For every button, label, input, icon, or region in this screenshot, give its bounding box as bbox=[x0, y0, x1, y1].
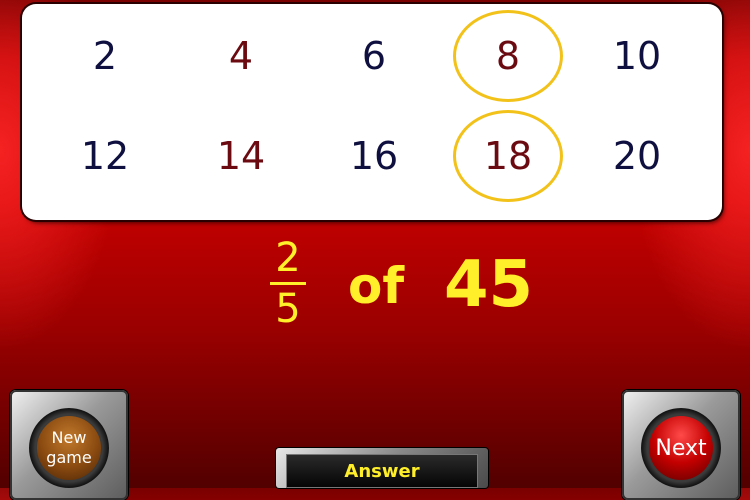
next-button[interactable]: Next bbox=[641, 408, 721, 488]
number-cell-circled[interactable]: 18 bbox=[453, 110, 563, 202]
of-word: of bbox=[348, 257, 405, 315]
new-game-button-face: New game bbox=[37, 416, 101, 480]
new-game-panel: New game bbox=[10, 390, 128, 500]
next-label: Next bbox=[649, 416, 713, 480]
number-cell[interactable]: 12 bbox=[50, 116, 160, 196]
new-game-button[interactable]: New game bbox=[29, 408, 109, 488]
fraction-denominator: 5 bbox=[275, 286, 301, 332]
number-cell[interactable]: 2 bbox=[50, 16, 160, 96]
next-panel: Next bbox=[622, 390, 740, 500]
fraction: 2 5 bbox=[258, 236, 318, 331]
number-cell[interactable]: 16 bbox=[319, 116, 429, 196]
new-game-label-line1: New bbox=[51, 428, 87, 447]
number-cell-circled[interactable]: 8 bbox=[453, 10, 563, 102]
number-cell[interactable]: 20 bbox=[582, 116, 692, 196]
number-board: 2 4 6 8 10 12 14 16 18 20 bbox=[22, 4, 722, 220]
question-number: 45 bbox=[444, 248, 534, 322]
answer-label: Answer bbox=[286, 454, 478, 488]
new-game-label-line2: game bbox=[46, 448, 92, 467]
number-cell[interactable]: 4 bbox=[186, 16, 296, 96]
fraction-bar bbox=[270, 282, 306, 285]
fraction-numerator: 2 bbox=[275, 235, 301, 281]
number-cell[interactable]: 6 bbox=[319, 16, 429, 96]
question: 2 5 of 45 bbox=[258, 232, 558, 342]
answer-button[interactable]: Answer bbox=[276, 448, 488, 488]
number-cell[interactable]: 10 bbox=[582, 16, 692, 96]
new-game-label: New game bbox=[46, 428, 91, 468]
number-cell[interactable]: 14 bbox=[186, 116, 296, 196]
